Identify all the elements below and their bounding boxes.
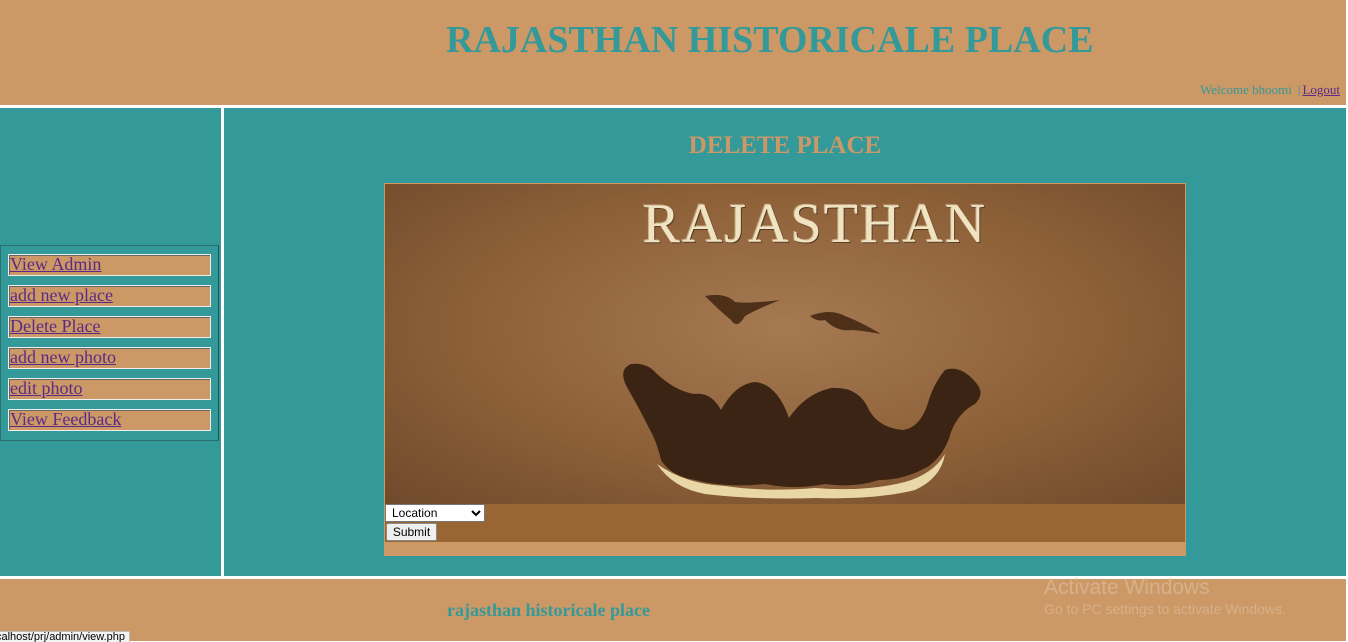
camel-silhouette-icon [623, 363, 981, 487]
sidebar: View Admin add new place Delete Place ad… [0, 108, 221, 576]
view-admin-link[interactable]: View Admin [10, 254, 101, 275]
submit-button[interactable]: Submit [386, 523, 437, 541]
user-bar: Welcome bhoomi | Logout [1200, 82, 1340, 98]
sidebar-item-edit-photo[interactable]: edit photo [8, 378, 211, 400]
logout-link[interactable]: Logout [1302, 82, 1340, 97]
location-select[interactable]: Location [385, 504, 485, 522]
delete-place-link[interactable]: Delete Place [10, 316, 100, 337]
admin-menu: View Admin add new place Delete Place ad… [0, 245, 219, 441]
sidebar-item-view-admin[interactable]: View Admin [8, 254, 211, 276]
header: RAJASTHAN HISTORICALE PLACE Welcome bhoo… [0, 0, 1346, 105]
welcome-text: Welcome bhoomi [1200, 82, 1292, 97]
edit-photo-link[interactable]: edit photo [10, 378, 83, 399]
activate-windows-title: Activate Windows [1044, 576, 1210, 599]
footer: rajasthan historicale place Activate Win… [0, 576, 1346, 641]
sidebar-item-delete-place[interactable]: Delete Place [8, 316, 211, 338]
page-title: DELETE PLACE [688, 132, 882, 159]
status-bar-url: calhost/prj/admin/view.php [0, 631, 131, 642]
delete-form: Location Submit [385, 504, 1185, 542]
view-feedback-link[interactable]: View Feedback [10, 409, 121, 430]
sidebar-item-add-new-photo[interactable]: add new photo [8, 347, 211, 369]
site-title: RAJASTHAN HISTORICALE PLACE [446, 19, 1094, 61]
separator: | [1297, 82, 1301, 97]
add-new-place-link[interactable]: add new place [10, 285, 113, 306]
sidebar-item-view-feedback[interactable]: View Feedback [8, 409, 211, 431]
delete-place-panel: RAJASTHAN Location Submit [384, 183, 1186, 556]
bird-icon [810, 312, 881, 334]
camel-sand-illustration [623, 294, 981, 499]
footer-text: rajasthan historicale place [447, 600, 650, 620]
bird-icon [705, 294, 780, 325]
add-new-photo-link[interactable]: add new photo [10, 347, 116, 368]
main-content: DELETE PLACE RAJASTHAN Location Submit [224, 108, 1346, 576]
sidebar-item-add-new-place[interactable]: add new place [8, 285, 211, 307]
activate-windows-subtitle: Go to PC settings to activate Windows. [1044, 601, 1286, 617]
rajasthan-banner-image: RAJASTHAN [385, 184, 1185, 504]
